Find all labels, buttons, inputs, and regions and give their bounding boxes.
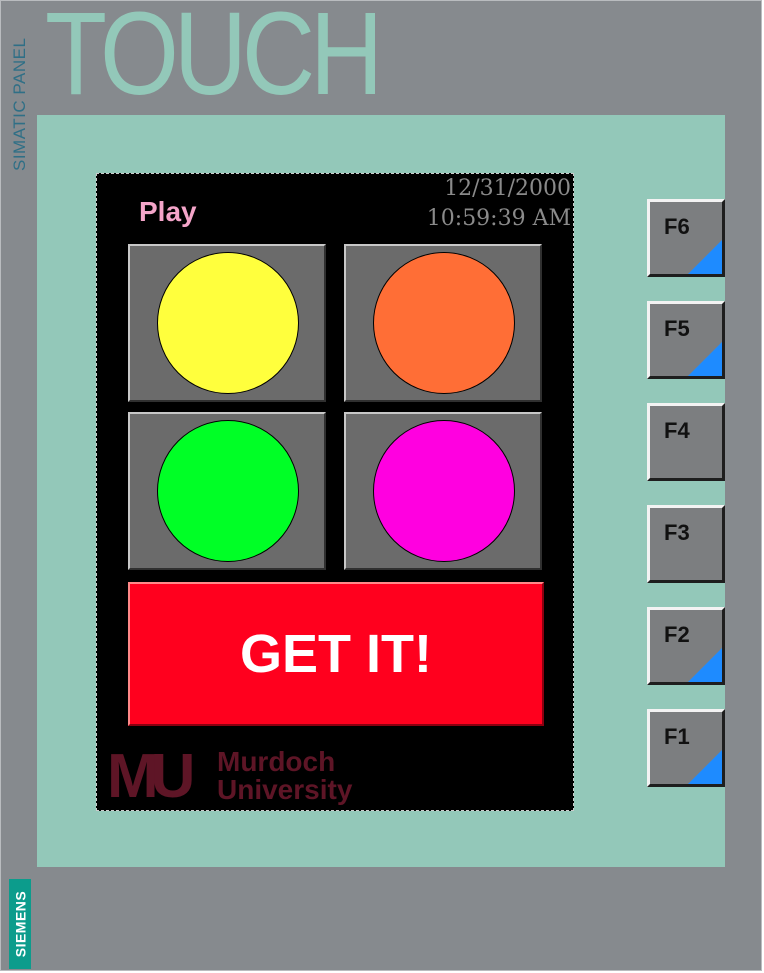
- function-key-f6[interactable]: F6: [647, 199, 725, 277]
- logo-line1: Murdoch: [217, 746, 336, 777]
- logo-name: Murdoch University: [217, 748, 352, 804]
- hmi-screen: Play 12/31/2000 10:59:39 AM GET IT! MU M…: [96, 173, 574, 811]
- orange-indicator: [373, 252, 515, 394]
- hmi-panel-frame: TOUCH SIMATIC PANEL Play 12/31/2000 10:5…: [0, 0, 762, 971]
- university-logo: MU Murdoch University: [107, 742, 407, 811]
- panel-model-label: SIMATIC PANEL: [10, 37, 29, 171]
- logo-line2: University: [217, 774, 353, 805]
- time-display: 10:59:39 AM: [426, 206, 571, 231]
- green-button[interactable]: [128, 412, 326, 570]
- led-indicator-icon: [688, 240, 722, 274]
- function-key-f4[interactable]: F4: [647, 403, 725, 481]
- green-indicator: [157, 420, 299, 562]
- siemens-logo: SIEMENS: [9, 879, 31, 969]
- function-key-label: F5: [664, 316, 690, 341]
- led-indicator-icon: [688, 342, 722, 376]
- function-key-f3[interactable]: F3: [647, 505, 725, 583]
- panel-title: TOUCH: [45, 0, 383, 120]
- function-key-f2[interactable]: F2: [647, 607, 725, 685]
- yellow-button[interactable]: [128, 244, 326, 402]
- date-display: 12/31/2000: [444, 176, 571, 201]
- function-key-f5[interactable]: F5: [647, 301, 725, 379]
- led-indicator-icon: [688, 750, 722, 784]
- function-key-label: F3: [664, 520, 690, 545]
- logo-mark: MU: [107, 742, 195, 811]
- page-title: Play: [139, 196, 197, 227]
- function-key-label: F2: [664, 622, 690, 647]
- brand-label: SIEMENS: [12, 890, 29, 958]
- magenta-button[interactable]: [344, 412, 542, 570]
- magenta-indicator: [373, 420, 515, 562]
- function-key-label: F1: [664, 724, 690, 749]
- function-key-label: F6: [664, 214, 690, 239]
- function-key-label: F4: [664, 418, 690, 443]
- led-indicator-icon: [688, 648, 722, 682]
- get-it-button[interactable]: GET IT!: [128, 582, 544, 726]
- yellow-indicator: [157, 252, 299, 394]
- get-it-label: GET IT!: [240, 624, 432, 684]
- function-key-f1[interactable]: F1: [647, 709, 725, 787]
- orange-button[interactable]: [344, 244, 542, 402]
